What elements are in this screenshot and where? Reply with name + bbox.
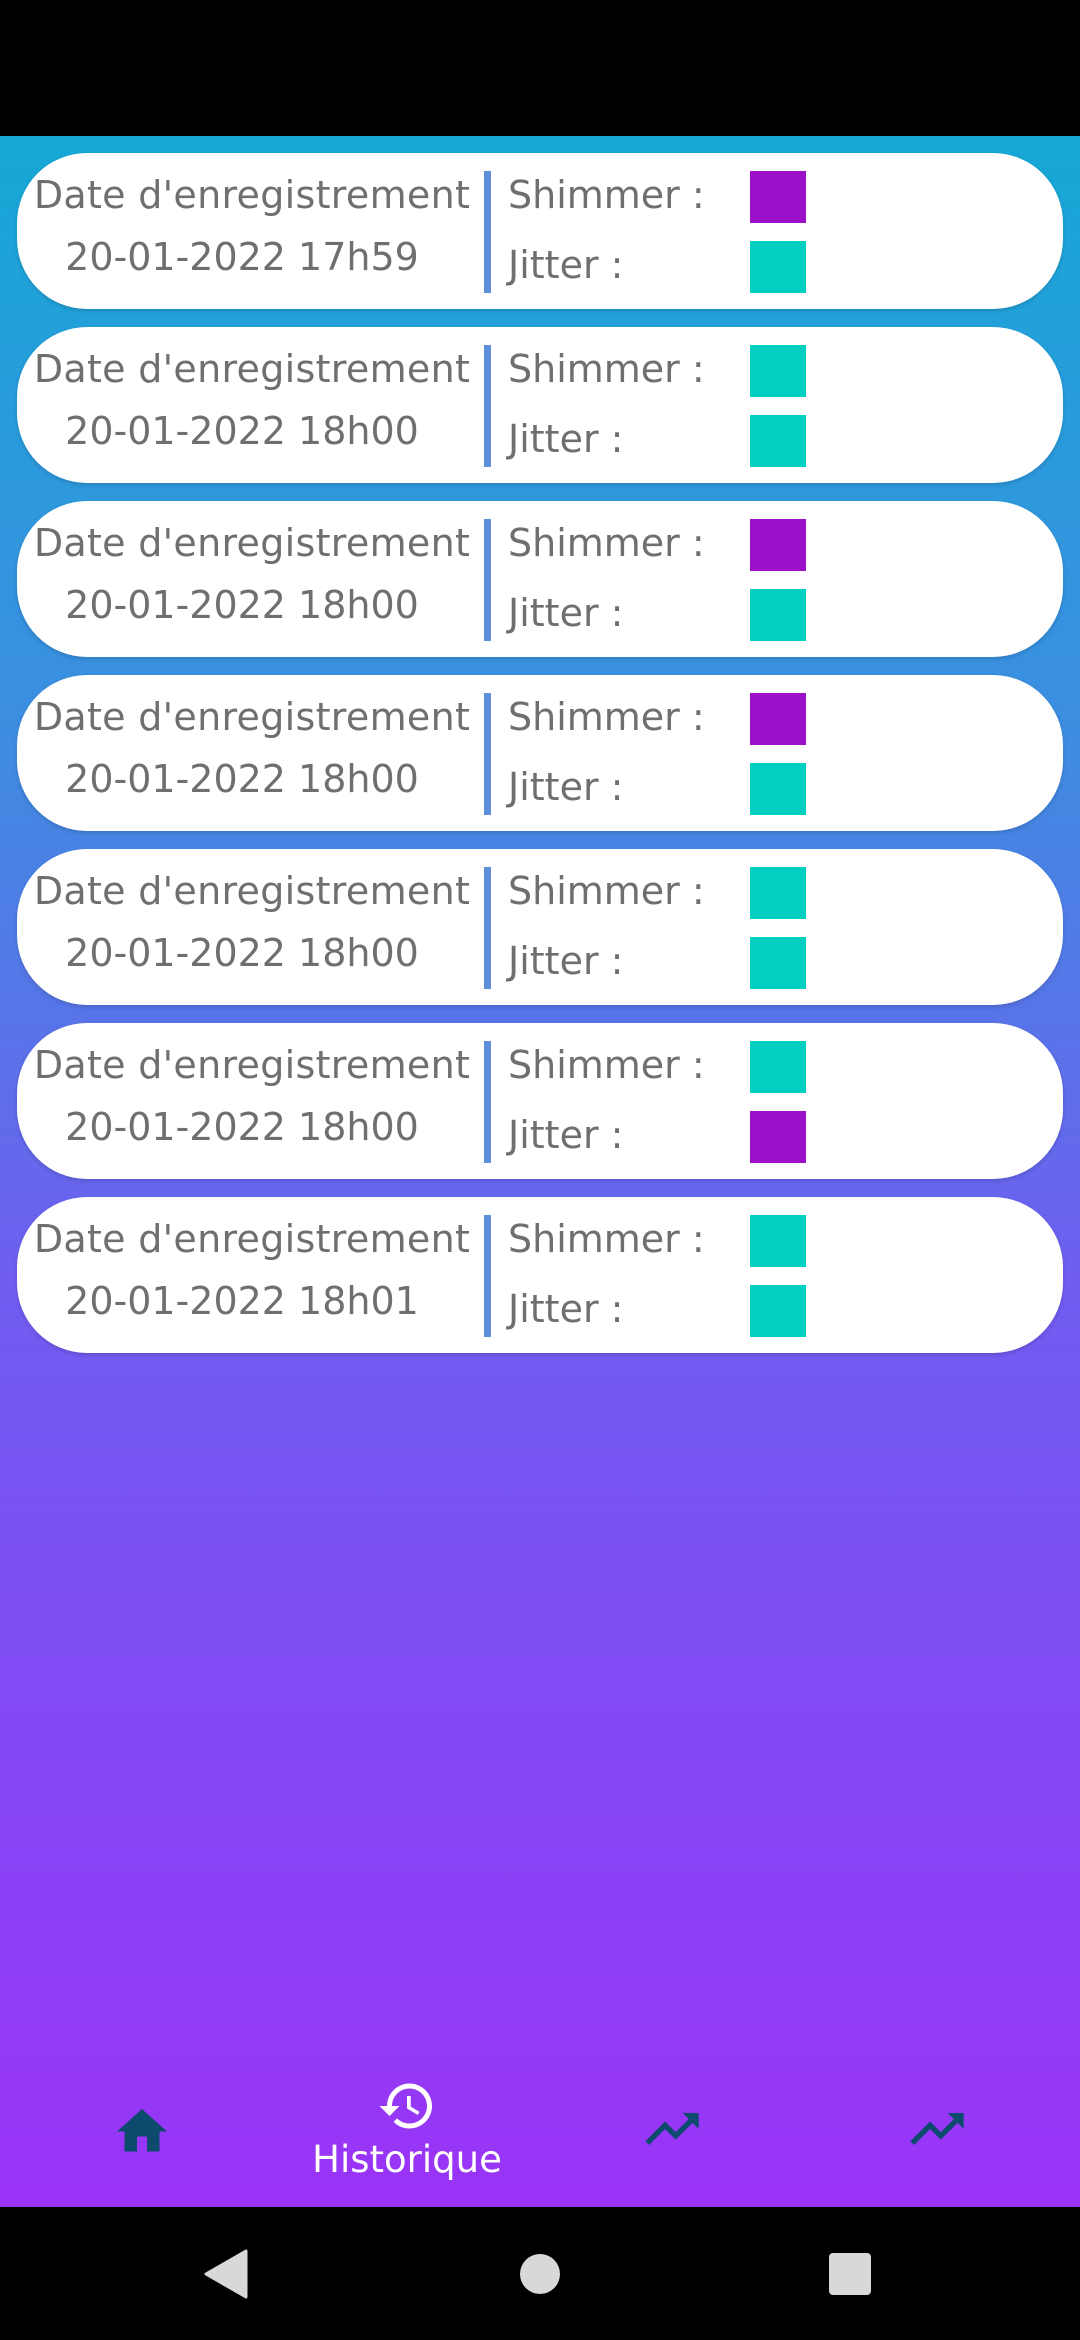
date-label: Date d'enregistrement xyxy=(33,521,471,565)
divider xyxy=(484,1215,491,1337)
shimmer-status-indicator xyxy=(750,345,806,397)
system-back-button[interactable] xyxy=(190,2207,260,2340)
record-list: Date d'enregistrement 20-01-2022 17h59 S… xyxy=(17,153,1063,1371)
nav-label-history: Historique xyxy=(312,2138,502,2181)
jitter-label: Jitter : xyxy=(508,1287,624,1331)
divider xyxy=(484,693,491,815)
shimmer-label: Shimmer : xyxy=(508,173,705,217)
shimmer-status-indicator xyxy=(750,1041,806,1093)
jitter-label: Jitter : xyxy=(508,939,624,983)
home-circle-icon xyxy=(520,2253,560,2294)
divider xyxy=(484,519,491,641)
jitter-status-indicator xyxy=(750,415,806,467)
shimmer-status-indicator xyxy=(750,519,806,571)
home-icon xyxy=(117,2108,167,2151)
date-label: Date d'enregistrement xyxy=(33,1217,471,1261)
status-bar xyxy=(0,0,1080,136)
date-value: 20-01-2022 18h00 xyxy=(65,583,419,627)
jitter-label: Jitter : xyxy=(508,417,624,461)
trending-up-icon xyxy=(645,2112,699,2145)
date-block: Date d'enregistrement 20-01-2022 18h00 xyxy=(17,675,487,831)
date-label: Date d'enregistrement xyxy=(33,869,471,913)
date-block: Date d'enregistrement 20-01-2022 18h01 xyxy=(17,1197,487,1353)
record-card[interactable]: Date d'enregistrement 20-01-2022 18h00 S… xyxy=(17,849,1063,1005)
jitter-status-indicator xyxy=(750,763,806,815)
record-card[interactable]: Date d'enregistrement 20-01-2022 18h00 S… xyxy=(17,327,1063,483)
jitter-label: Jitter : xyxy=(508,1113,624,1157)
shimmer-status-indicator xyxy=(750,1215,806,1267)
shimmer-label: Shimmer : xyxy=(508,1043,705,1087)
date-block: Date d'enregistrement 20-01-2022 18h00 xyxy=(17,501,487,657)
date-value: 20-01-2022 18h00 xyxy=(65,757,419,801)
back-icon xyxy=(204,2249,248,2298)
divider xyxy=(484,345,491,467)
shimmer-status-indicator xyxy=(750,867,806,919)
nav-item-history[interactable]: Historique xyxy=(272,2050,542,2207)
record-card[interactable]: Date d'enregistrement 20-01-2022 18h00 S… xyxy=(17,501,1063,657)
shimmer-label: Shimmer : xyxy=(508,1217,705,1261)
nav-item-trends-2[interactable] xyxy=(802,2050,1072,2207)
shimmer-label: Shimmer : xyxy=(508,869,705,913)
shimmer-label: Shimmer : xyxy=(508,695,705,739)
shimmer-status-indicator xyxy=(750,693,806,745)
date-label: Date d'enregistrement xyxy=(33,173,471,217)
system-recents-button[interactable] xyxy=(815,2207,885,2340)
record-card[interactable]: Date d'enregistrement 20-01-2022 18h00 S… xyxy=(17,1023,1063,1179)
shimmer-label: Shimmer : xyxy=(508,521,705,565)
date-value: 20-01-2022 18h00 xyxy=(65,409,419,453)
date-value: 20-01-2022 18h00 xyxy=(65,1105,419,1149)
system-home-button[interactable] xyxy=(505,2207,575,2340)
date-block: Date d'enregistrement 20-01-2022 18h00 xyxy=(17,1023,487,1179)
jitter-status-indicator xyxy=(750,937,806,989)
date-block: Date d'enregistrement 20-01-2022 18h00 xyxy=(17,849,487,1005)
jitter-status-indicator xyxy=(750,589,806,641)
nav-item-trends-1[interactable] xyxy=(537,2050,807,2207)
date-value: 20-01-2022 18h01 xyxy=(65,1279,419,1323)
jitter-status-indicator xyxy=(750,1111,806,1163)
divider xyxy=(484,867,491,989)
record-card[interactable]: Date d'enregistrement 20-01-2022 18h01 S… xyxy=(17,1197,1063,1353)
divider xyxy=(484,171,491,293)
jitter-label: Jitter : xyxy=(508,765,624,809)
system-navigation-bar xyxy=(0,2207,1080,2340)
app-screen: Date d'enregistrement 20-01-2022 17h59 S… xyxy=(0,136,1080,2207)
date-block: Date d'enregistrement 20-01-2022 17h59 xyxy=(17,153,487,309)
date-label: Date d'enregistrement xyxy=(33,1043,471,1087)
trending-up-icon xyxy=(910,2112,964,2145)
shimmer-label: Shimmer : xyxy=(508,347,705,391)
date-label: Date d'enregistrement xyxy=(33,695,471,739)
jitter-label: Jitter : xyxy=(508,243,624,287)
jitter-label: Jitter : xyxy=(508,591,624,635)
recents-icon xyxy=(829,2252,871,2295)
history-icon xyxy=(379,2083,432,2129)
date-value: 20-01-2022 18h00 xyxy=(65,931,419,975)
jitter-status-indicator xyxy=(750,241,806,293)
shimmer-status-indicator xyxy=(750,171,806,223)
divider xyxy=(484,1041,491,1163)
date-label: Date d'enregistrement xyxy=(33,347,471,391)
nav-item-home[interactable] xyxy=(7,2050,277,2207)
jitter-status-indicator xyxy=(750,1285,806,1337)
record-card[interactable]: Date d'enregistrement 20-01-2022 17h59 S… xyxy=(17,153,1063,309)
bottom-navigation: Historique xyxy=(0,2050,1080,2207)
record-card[interactable]: Date d'enregistrement 20-01-2022 18h00 S… xyxy=(17,675,1063,831)
date-block: Date d'enregistrement 20-01-2022 18h00 xyxy=(17,327,487,483)
date-value: 20-01-2022 17h59 xyxy=(65,235,419,279)
